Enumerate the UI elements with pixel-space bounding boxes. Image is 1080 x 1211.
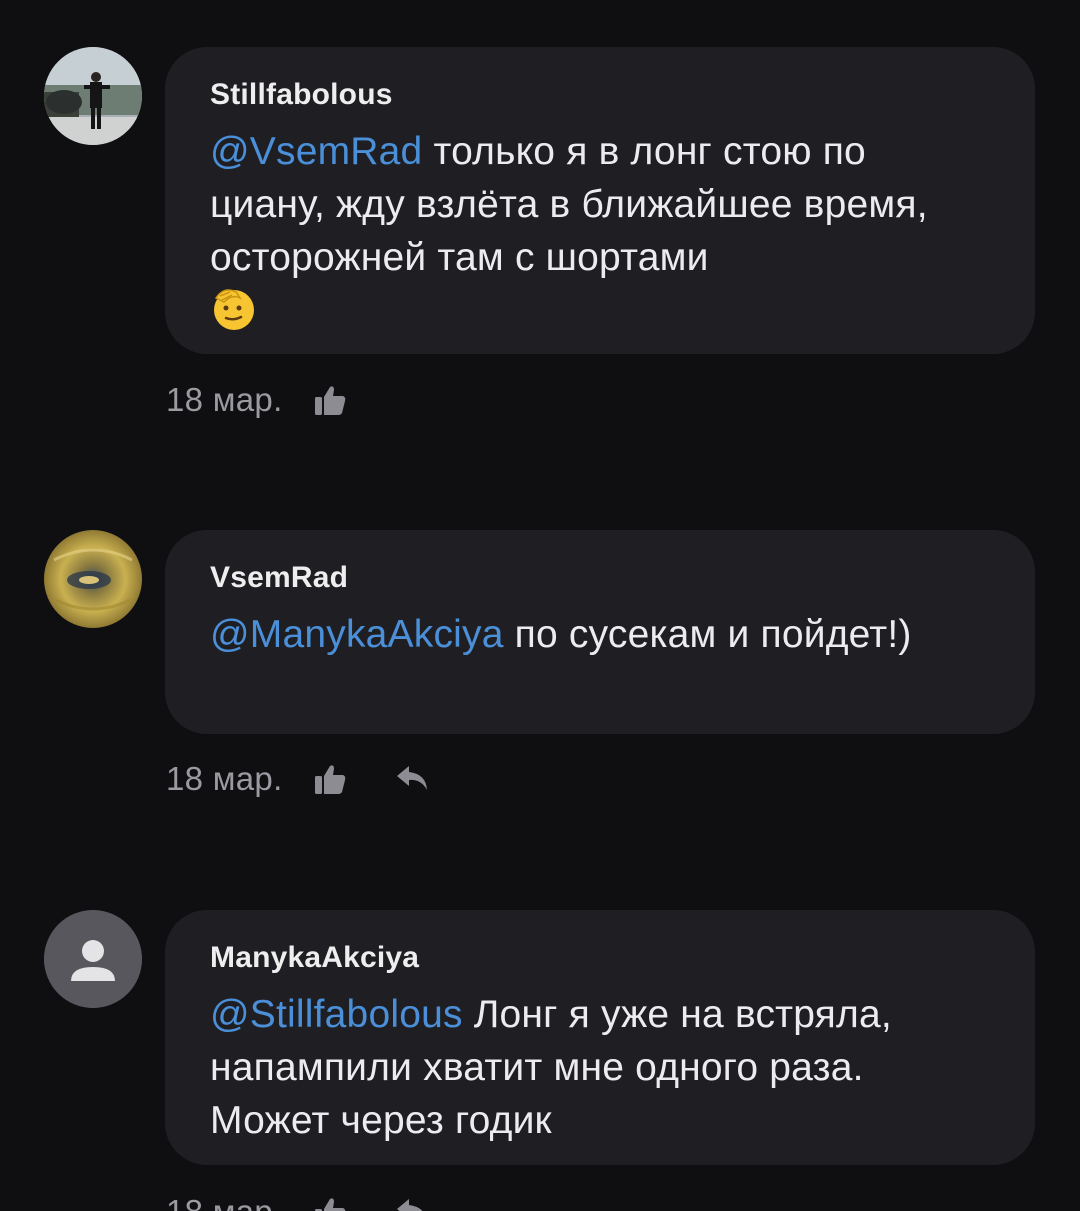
- comment-bubble: ManykaAkciya @Stillfabolous Лонг я уже н…: [165, 910, 1035, 1165]
- comment-bubble: Stillfabolous @VsemRad только я в лонг с…: [165, 47, 1035, 354]
- avatar[interactable]: [44, 530, 142, 628]
- reply-icon[interactable]: [395, 1195, 431, 1211]
- mention-link[interactable]: @Stillfabolous: [210, 993, 463, 1036]
- comment-author[interactable]: VsemRad: [210, 558, 991, 598]
- comment-text: @VsemRad только я в лонг стою по циану, …: [210, 125, 991, 338]
- default-user-icon: [44, 910, 142, 1008]
- comment-date: 18 мар.: [166, 1193, 283, 1211]
- like-icon[interactable]: [313, 1195, 347, 1211]
- comment-meta: 18 мар.: [166, 378, 347, 422]
- comment-date: 18 мар.: [166, 381, 283, 418]
- reply-icon[interactable]: [395, 762, 431, 796]
- comment-bubble: VsemRad @ManykaAkciya по сусекам и пойде…: [165, 530, 1035, 734]
- avatar[interactable]: [44, 47, 142, 145]
- comment-meta: 18 мар.: [166, 1190, 431, 1211]
- comment-text: @Stillfabolous Лонг я уже на встряла, на…: [210, 988, 991, 1147]
- comment-meta: 18 мар.: [166, 757, 431, 801]
- comment-author[interactable]: Stillfabolous: [210, 75, 991, 115]
- avatar[interactable]: [44, 910, 142, 1008]
- mention-link[interactable]: @VsemRad: [210, 130, 422, 173]
- comment-body: по сусекам и пойдет!): [503, 613, 912, 656]
- saluting-face-emoji-icon: [210, 284, 258, 332]
- avatar-photo-icon: [44, 530, 142, 628]
- mention-link[interactable]: @ManykaAkciya: [210, 613, 504, 656]
- like-icon[interactable]: [313, 762, 347, 796]
- comment-date: 18 мар.: [166, 760, 283, 797]
- comment-author[interactable]: ManykaAkciya: [210, 938, 991, 978]
- like-icon[interactable]: [313, 383, 347, 417]
- avatar-photo-icon: [44, 47, 142, 145]
- comment-text: @ManykaAkciya по сусекам и пойдет!): [210, 608, 991, 661]
